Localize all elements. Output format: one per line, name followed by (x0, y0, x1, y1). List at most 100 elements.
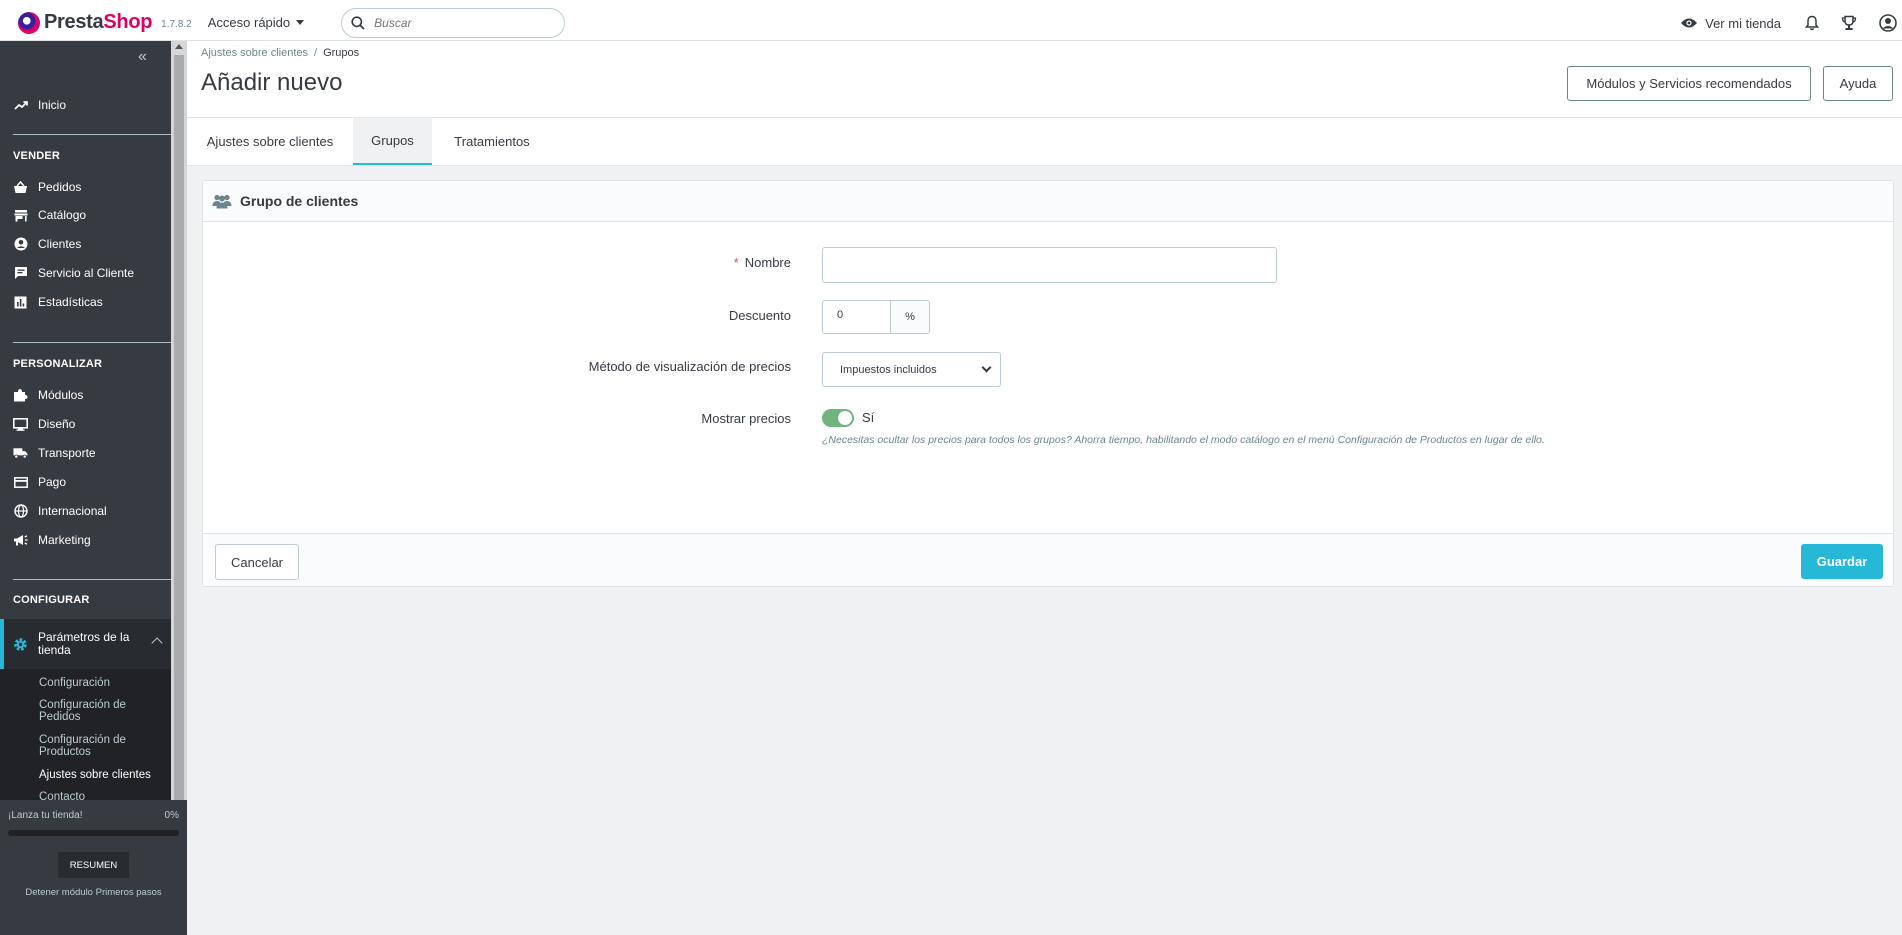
caret-down-icon (296, 20, 305, 25)
truck-icon (13, 446, 28, 461)
top-header: PrestaShop 1.7.8.2 Acceso rápido Ver mi … (0, 0, 1902, 41)
sidebar-item-marketing[interactable]: Marketing (0, 527, 171, 553)
credit-card-icon (13, 475, 28, 490)
panel-title: Grupo de clientes (240, 193, 359, 209)
search-icon (351, 15, 365, 30)
monitor-icon (13, 417, 28, 432)
sidebar-item-shop-parameters[interactable]: Parámetros de la tienda (0, 619, 171, 669)
achievements-button[interactable] (1841, 15, 1857, 31)
user-icon (1879, 14, 1897, 32)
sidebar-item-label: Parámetros de la tienda (38, 630, 130, 657)
discount-label: Descuento (728, 308, 791, 323)
version-label: 1.7.8.2 (161, 19, 192, 30)
breadcrumb: Ajustes sobre clientes / Grupos (201, 47, 359, 59)
scrollbar-thumb[interactable] (174, 55, 184, 801)
divider (13, 342, 171, 343)
chat-icon (13, 266, 28, 281)
panel-header: Grupo de clientes (203, 181, 1893, 222)
brand-name: PrestaShop (44, 11, 153, 33)
sidebar-item-payment[interactable]: Pago (0, 469, 171, 495)
onboarding-percent: 0% (164, 810, 179, 821)
discount-input[interactable]: 0 (822, 300, 891, 334)
sidebar-item-label: Transporte (38, 446, 96, 460)
customer-group-panel: Grupo de clientes * Nombre Descuento 0 % … (202, 180, 1894, 587)
sidebar-item-design[interactable]: Diseño (0, 411, 171, 437)
panel-footer: Cancelar Guardar (203, 533, 1893, 586)
submenu-item-product-settings[interactable]: Configuración de Productos (39, 734, 164, 758)
sidebar-item-customer-service[interactable]: Servicio al Cliente (0, 260, 171, 286)
sidebar-item-label: Internacional (38, 504, 107, 518)
quick-access-dropdown[interactable]: Acceso rápido (208, 15, 305, 30)
cancel-button[interactable]: Cancelar (215, 544, 299, 580)
section-title-sell: VENDER (13, 150, 61, 162)
employee-menu-button[interactable] (1879, 14, 1897, 32)
sidebar-item-shipping[interactable]: Transporte (0, 440, 171, 466)
search-box[interactable] (341, 7, 566, 38)
show-prices-toggle[interactable] (822, 409, 854, 427)
sidebar-item-catalog[interactable]: Catálogo (0, 202, 171, 228)
name-label: * Nombre (734, 255, 791, 270)
section-title-configure: CONFIGURAR (13, 594, 90, 606)
summary-button[interactable]: RESUMEN (58, 852, 129, 878)
chevron-down-icon (981, 362, 992, 373)
chevron-up-icon (151, 637, 163, 649)
price-display-method-select[interactable]: Impuestos incluidos (822, 352, 1001, 387)
view-store-link[interactable]: Ver mi tienda (1680, 16, 1781, 31)
account-circle-icon (13, 237, 28, 252)
sidebar-item-stats[interactable]: Estadísticas (0, 289, 171, 315)
notifications-button[interactable] (1805, 15, 1819, 31)
page-title: Añadir nuevo (201, 69, 343, 96)
name-input[interactable] (822, 247, 1277, 283)
trophy-icon (1841, 15, 1857, 30)
prestashop-logo-icon (18, 11, 40, 34)
sidebar-item-label: Estadísticas (38, 295, 103, 309)
trending-up-icon (13, 98, 28, 113)
globe-icon (13, 504, 28, 519)
store-icon (13, 208, 28, 223)
onboarding-widget: ¡Lanza tu tienda! 0% RESUMEN Detener mód… (0, 800, 187, 935)
show-prices-value: Sí (862, 410, 875, 425)
submenu-item-customer-settings[interactable]: Ajustes sobre clientes (39, 769, 164, 781)
scroll-up-arrow-icon[interactable] (175, 44, 183, 49)
sidebar-item-modules[interactable]: Módulos (0, 382, 171, 408)
sidebar-item-label: Pedidos (38, 180, 82, 194)
tab-groups[interactable]: Grupos (353, 118, 432, 165)
onboarding-header: ¡Lanza tu tienda! 0% (8, 810, 179, 821)
show-prices-help-text: ¿Necesitas ocultar los precios para todo… (822, 434, 1545, 446)
divider (13, 134, 171, 135)
sidebar-item-label: Marketing (38, 533, 91, 547)
collapse-sidebar-icon[interactable]: « (138, 48, 147, 66)
megaphone-icon (13, 533, 28, 548)
sidebar-item-home[interactable]: Inicio (0, 92, 171, 118)
bell-icon (1805, 15, 1819, 31)
help-button[interactable]: Ayuda (1823, 66, 1893, 101)
divider (13, 579, 171, 580)
sidebar-item-orders[interactable]: Pedidos (0, 174, 171, 200)
sidebar-item-label: Clientes (38, 237, 82, 251)
tab-titles[interactable]: Tratamientos (432, 118, 552, 165)
search-input[interactable] (374, 15, 545, 30)
tab-customer-settings[interactable]: Ajustes sobre clientes (187, 118, 353, 165)
prestashop-logo[interactable]: PrestaShop (18, 11, 152, 34)
page-header: Ajustes sobre clientes / Grupos Añadir nue… (187, 41, 1902, 117)
breadcrumb-link[interactable]: Ajustes sobre clientes (201, 47, 308, 59)
sidebar-scrollbar[interactable] (171, 41, 187, 801)
price-display-method-value: Impuestos incluidos (840, 363, 937, 376)
sidebar-item-label: Diseño (38, 417, 76, 431)
percent-addon: % (890, 300, 930, 334)
sidebar-item-label: Inicio (38, 98, 67, 112)
breadcrumb-separator: / (314, 47, 318, 59)
view-store-label: Ver mi tienda (1705, 15, 1781, 31)
stop-onboarding-link[interactable]: Detener módulo Primeros pasos (0, 887, 187, 898)
submenu-item-configuration[interactable]: Configuración (39, 677, 164, 689)
onboarding-progress-bar (8, 830, 179, 836)
recommended-modules-button[interactable]: Módulos y Servicios recomendados (1567, 66, 1811, 101)
sidebar-item-customers[interactable]: Clientes (0, 231, 171, 257)
sidebar-item-label: Pago (38, 475, 67, 489)
required-asterisk: * (733, 255, 739, 270)
sidebar-item-label: Catálogo (38, 208, 87, 222)
basket-icon (13, 180, 28, 195)
sidebar-item-international[interactable]: Internacional (0, 498, 171, 524)
save-button[interactable]: Guardar (1801, 544, 1883, 579)
submenu-item-order-settings[interactable]: Configuración de Pedidos (39, 699, 164, 723)
